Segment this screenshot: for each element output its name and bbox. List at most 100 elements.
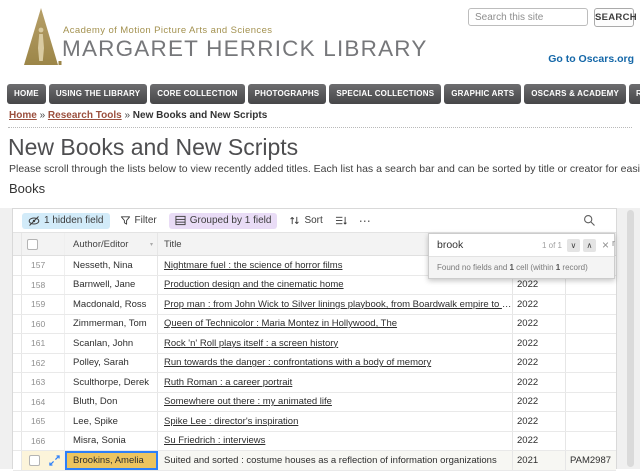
chevron-down-button[interactable]: ∨	[567, 239, 580, 252]
date-cell[interactable]: 2022	[513, 315, 566, 334]
close-icon[interactable]: ×	[602, 238, 609, 252]
author-cell[interactable]: Bluth, Don	[65, 393, 158, 412]
row-gutter[interactable]: 158	[22, 276, 65, 295]
date-cell[interactable]: 2022	[513, 295, 566, 314]
title-link[interactable]: Queen of Technicolor : Maria Montez in H…	[164, 318, 512, 329]
date-text: 2022	[517, 435, 538, 446]
author-cell[interactable]: Brookins, Amelia	[65, 451, 158, 470]
scrollbar-thumb[interactable]	[627, 210, 634, 467]
title-cell[interactable]: Spike Lee : director's inspiration	[158, 412, 513, 431]
chevron-up-button[interactable]: ∧	[583, 239, 596, 252]
result-text: Found no fields and	[437, 263, 510, 272]
row-gutter[interactable]: 157	[22, 256, 65, 275]
date-cell[interactable]: 2021	[513, 451, 566, 470]
title-link[interactable]: Somewhere out there : my animated life	[164, 396, 512, 407]
row-gutter[interactable]: 159	[22, 295, 65, 314]
author-text: Nesseth, Nina	[73, 260, 133, 271]
group-indent	[13, 354, 22, 373]
author-cell[interactable]: Misra, Sonia	[65, 432, 158, 451]
title-link[interactable]: Run towards the danger : confrontations …	[164, 357, 512, 368]
title-link[interactable]: Rock 'n' Roll plays itself : a screen hi…	[164, 338, 512, 349]
extra-cell[interactable]	[566, 432, 616, 451]
row-gutter[interactable]: 165	[22, 412, 65, 431]
extra-cell[interactable]	[566, 393, 616, 412]
title-link[interactable]: Su Friedrich : interviews	[164, 435, 512, 446]
row-gutter[interactable]	[22, 451, 65, 470]
row-height-button[interactable]	[335, 215, 347, 226]
nav-tab-home[interactable]: HOME	[7, 84, 46, 104]
title-cell[interactable]: Su Friedrich : interviews	[158, 432, 513, 451]
title-cell[interactable]: Prop man : from John Wick to Silver lini…	[158, 295, 513, 314]
row-gutter[interactable]: 160	[22, 315, 65, 334]
nav-tab-oscars-academy[interactable]: OSCARS & ACADEMY	[524, 84, 626, 104]
title-cell[interactable]: Somewhere out there : my animated life	[158, 393, 513, 412]
select-all-checkbox[interactable]	[27, 239, 38, 250]
sort-button[interactable]: Sort	[289, 215, 322, 226]
row-gutter[interactable]: 161	[22, 334, 65, 353]
filter-button[interactable]: Filter	[120, 215, 157, 226]
row-gutter[interactable]: 163	[22, 373, 65, 392]
nav-tab-using-the-library[interactable]: USING THE LIBRARY	[49, 84, 147, 104]
author-cell[interactable]: Barnwell, Jane	[65, 276, 158, 295]
date-cell[interactable]: 2022	[513, 412, 566, 431]
row-number: 163	[22, 377, 45, 387]
title-link[interactable]: Prop man : from John Wick to Silver lini…	[164, 299, 512, 310]
extra-cell[interactable]	[566, 334, 616, 353]
extra-cell[interactable]	[566, 315, 616, 334]
date-cell[interactable]: 2022	[513, 354, 566, 373]
nav-tab-research-tools[interactable]: RESEARCH TOOLS	[629, 84, 640, 104]
extra-cell[interactable]	[566, 412, 616, 431]
extra-cell[interactable]	[566, 354, 616, 373]
nav-tab-special-collections[interactable]: SPECIAL COLLECTIONS	[329, 84, 441, 104]
extra-cell[interactable]	[566, 373, 616, 392]
title-link[interactable]: Spike Lee : director's inspiration	[164, 416, 512, 427]
author-cell[interactable]: Polley, Sarah	[65, 354, 158, 373]
title-link[interactable]: Suited and sorted : costume houses as a …	[164, 455, 512, 466]
title-cell[interactable]: Rock 'n' Roll plays itself : a screen hi…	[158, 334, 513, 353]
group-icon	[175, 215, 186, 226]
site-search-input[interactable]	[468, 8, 588, 26]
title-cell[interactable]: Run towards the danger : confrontations …	[158, 354, 513, 373]
expand-record-icon[interactable]	[49, 455, 60, 466]
row-checkbox[interactable]	[29, 455, 40, 466]
oscars-org-link[interactable]: Go to Oscars.org	[548, 53, 634, 65]
nav-tab-graphic-arts[interactable]: GRAPHIC ARTS	[444, 84, 521, 104]
author-cell[interactable]: Macdonald, Ross	[65, 295, 158, 314]
group-indent	[13, 315, 22, 334]
row-gutter[interactable]: 164	[22, 393, 65, 412]
breadcrumb-separator: »	[40, 110, 46, 121]
chevron-down-icon[interactable]: ▾	[150, 241, 153, 248]
title-cell[interactable]: Ruth Roman : a career portrait	[158, 373, 513, 392]
author-cell[interactable]: Zimmerman, Tom	[65, 315, 158, 334]
author-cell[interactable]: Lee, Spike	[65, 412, 158, 431]
author-cell[interactable]: Scanlan, John	[65, 334, 158, 353]
date-cell[interactable]: 2022	[513, 334, 566, 353]
find-input[interactable]: brook	[437, 239, 539, 251]
extra-cell[interactable]	[566, 295, 616, 314]
date-cell[interactable]: 2022	[513, 373, 566, 392]
site-search-button[interactable]: SEARCH	[594, 8, 634, 27]
more-options-button[interactable]: ⋯	[359, 216, 371, 226]
breadcrumb-home-link[interactable]: Home	[9, 110, 37, 121]
title-cell[interactable]: Suited and sorted : costume houses as a …	[158, 451, 513, 470]
extra-cell[interactable]: PAM2987	[566, 451, 616, 470]
author-cell[interactable]: Sculthorpe, Derek	[65, 373, 158, 392]
title-cell[interactable]: Queen of Technicolor : Maria Montez in H…	[158, 315, 513, 334]
date-cell[interactable]: 2022	[513, 393, 566, 412]
grouped-button[interactable]: Grouped by 1 field	[169, 213, 278, 229]
title-link[interactable]: Production design and the cinematic home	[164, 279, 512, 290]
title-link[interactable]: Ruth Roman : a career portrait	[164, 377, 512, 388]
row-gutter[interactable]: 162	[22, 354, 65, 373]
dotted-divider	[8, 127, 632, 128]
row-gutter[interactable]: 166	[22, 432, 65, 451]
date-cell[interactable]: 2022	[513, 432, 566, 451]
nav-tab-core-collection[interactable]: CORE COLLECTION	[150, 84, 244, 104]
table-row: 163 Sculthorpe, Derek Ruth Roman : a car…	[13, 373, 616, 393]
breadcrumb-research-tools-link[interactable]: Research Tools	[48, 110, 122, 121]
grid-search-button[interactable]	[583, 214, 596, 227]
author-column-header[interactable]: Author/Editor ▾	[65, 233, 158, 255]
nav-tab-photographs[interactable]: PHOTOGRAPHS	[248, 84, 327, 104]
hidden-fields-button[interactable]: 1 hidden field	[22, 213, 110, 229]
brand-library-name: MARGARET HERRICK LIBRARY	[62, 36, 428, 62]
author-cell[interactable]: Nesseth, Nina	[65, 256, 158, 275]
